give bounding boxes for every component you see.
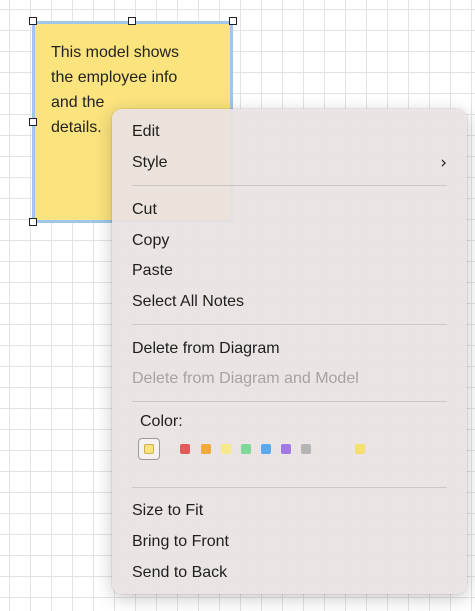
menu-item-style[interactable]: Style › (132, 151, 447, 175)
color-swatch[interactable] (221, 444, 231, 454)
resize-handle-top-right[interactable] (229, 17, 237, 25)
context-menu: Edit Style › Cut Copy Paste Select All N… (112, 109, 467, 594)
color-label: Color: (140, 413, 183, 430)
color-swatch-selected[interactable] (138, 438, 160, 460)
resize-handle-middle-left[interactable] (29, 118, 37, 126)
menu-item-send-to-back[interactable]: Send to Back (132, 561, 447, 585)
menu-item-paste[interactable]: Paste (132, 259, 447, 283)
menu-separator (132, 487, 447, 488)
menu-separator (132, 324, 447, 325)
menu-item-style-label: Style (132, 154, 168, 171)
resize-handle-top-center[interactable] (128, 17, 136, 25)
color-swatch[interactable] (261, 444, 271, 454)
color-swatch[interactable] (301, 444, 311, 454)
menu-item-delete-from-diagram[interactable]: Delete from Diagram (132, 337, 447, 361)
menu-item-bring-to-front[interactable]: Bring to Front (132, 530, 447, 554)
color-swatch[interactable] (180, 444, 190, 454)
menu-item-size-to-fit[interactable]: Size to Fit (132, 499, 447, 523)
color-swatch[interactable] (281, 444, 291, 454)
color-swatch[interactable] (355, 444, 365, 454)
menu-item-delete-from-diagram-and-model: Delete from Diagram and Model (132, 370, 359, 387)
menu-item-cut[interactable]: Cut (132, 198, 447, 222)
resize-handle-bottom-left[interactable] (29, 218, 37, 226)
menu-item-copy[interactable]: Copy (132, 229, 447, 253)
color-swatch-selected-fill (144, 444, 154, 454)
menu-item-select-all-notes[interactable]: Select All Notes (132, 290, 447, 314)
menu-separator (132, 185, 447, 186)
color-swatch[interactable] (241, 444, 251, 454)
resize-handle-top-left[interactable] (29, 17, 37, 25)
color-swatch[interactable] (201, 444, 211, 454)
menu-item-edit[interactable]: Edit (132, 120, 447, 144)
chevron-right-icon: › (440, 153, 447, 173)
menu-separator (132, 401, 447, 402)
